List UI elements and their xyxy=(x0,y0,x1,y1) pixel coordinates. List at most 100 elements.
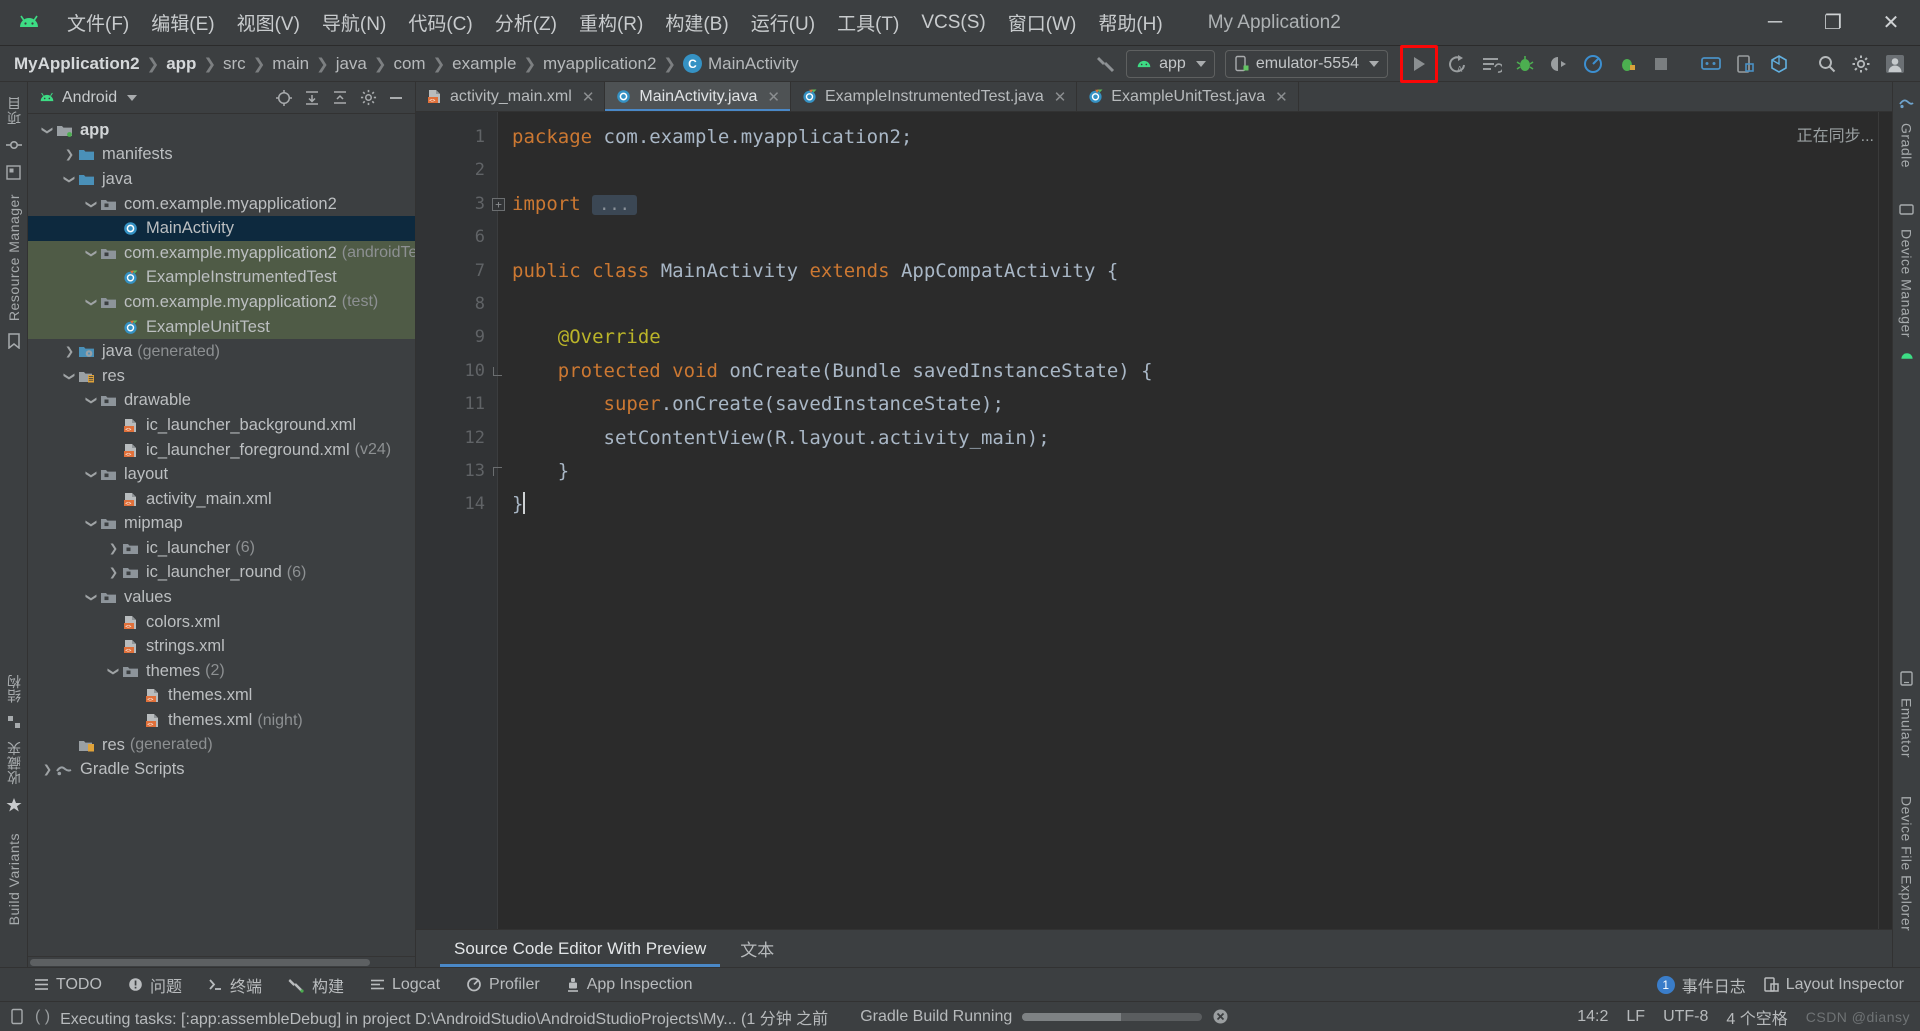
tree-row[interactable]: <> colors.xml xyxy=(28,610,415,635)
settings-gear-icon[interactable] xyxy=(1845,49,1877,79)
code-editor[interactable]: 1 2 3 +6 7 8 9 10 11 12 13 14 package com.example.m… xyxy=(416,112,1892,929)
run-button[interactable] xyxy=(1404,49,1434,79)
tree-row[interactable]: ❯ java xyxy=(28,167,415,192)
tree-row[interactable]: ❯ mipmap xyxy=(28,512,415,537)
rail-resource-manager-icon[interactable] xyxy=(6,165,21,180)
scrollbar-thumb[interactable] xyxy=(30,958,370,966)
build-hammer-icon[interactable] xyxy=(1096,54,1118,74)
tool-terminal[interactable]: 终端 xyxy=(208,973,262,997)
chevron-right-icon[interactable]: ❯ xyxy=(62,148,77,161)
tree-row[interactable]: <> activity_main.xml xyxy=(28,487,415,512)
breadcrumb-item-app[interactable]: app xyxy=(166,54,196,74)
menu-vcs[interactable]: VCS(S) xyxy=(910,9,996,37)
editor-tab[interactable]: ExampleInstrumentedTest.java ✕ xyxy=(791,82,1078,111)
tree-row[interactable]: ❯ java (generated) xyxy=(28,339,415,364)
code-content[interactable]: package com.example.myapplication2; impor… xyxy=(498,112,1892,929)
rail-gradle-icon[interactable] xyxy=(1899,96,1914,111)
close-icon[interactable]: ✕ xyxy=(767,88,780,106)
stop-icon[interactable] xyxy=(1645,49,1677,79)
close-button[interactable]: ✕ xyxy=(1862,0,1920,46)
settings-gear-icon[interactable] xyxy=(355,86,381,110)
chevron-down-icon[interactable]: ❯ xyxy=(85,590,98,605)
tree-row[interactable]: <> strings.xml xyxy=(28,634,415,659)
rail-commit-icon[interactable] xyxy=(5,137,22,153)
editor-preview-tab[interactable]: Source Code Editor With Preview xyxy=(440,930,721,967)
chevron-right-icon[interactable]: ❯ xyxy=(40,763,55,776)
tool-event-log[interactable]: 1 事件日志 xyxy=(1656,973,1746,997)
chevron-down-icon[interactable]: ❯ xyxy=(85,393,98,408)
indent-setting[interactable]: 4 个空格 xyxy=(1726,1005,1787,1029)
device-manager-icon[interactable] xyxy=(1695,49,1727,79)
cancel-build-icon[interactable] xyxy=(1212,1008,1229,1025)
tree-row[interactable]: MainActivity xyxy=(28,216,415,241)
menu-build[interactable]: 构建(B) xyxy=(654,6,739,39)
tree-row[interactable]: ❯ drawable xyxy=(28,389,415,414)
rail-favorites[interactable]: 收藏夹 xyxy=(4,735,24,791)
editor-vertical-scrollbar[interactable] xyxy=(1878,112,1892,929)
close-icon[interactable]: ✕ xyxy=(1275,88,1288,106)
breadcrumb-current-class[interactable]: C MainActivity xyxy=(683,54,799,74)
tree-row[interactable]: <> ic_launcher_background.xml xyxy=(28,413,415,438)
chevron-down-icon[interactable]: ❯ xyxy=(85,467,98,482)
avatar-icon[interactable] xyxy=(1879,49,1911,79)
chevron-right-icon[interactable]: ❯ xyxy=(106,566,121,579)
menu-navigate[interactable]: 导航(N) xyxy=(311,6,397,39)
breadcrumb-item-main[interactable]: main xyxy=(272,54,309,74)
tree-row[interactable]: <> ic_launcher_foreground.xml (v24) xyxy=(28,438,415,463)
tree-row[interactable]: ❯ ic_launcher (6) xyxy=(28,536,415,561)
rail-favorites-star-icon[interactable] xyxy=(6,797,22,813)
chevron-down-icon[interactable]: ❯ xyxy=(41,123,54,138)
rail-emulator-icon[interactable] xyxy=(1899,671,1914,686)
menu-file[interactable]: 文件(F) xyxy=(56,6,140,39)
tree-row[interactable]: ❯ values xyxy=(28,585,415,610)
search-everywhere-icon[interactable] xyxy=(1811,49,1843,79)
menu-tools[interactable]: 工具(T) xyxy=(826,6,910,39)
maximize-button[interactable]: ❐ xyxy=(1804,0,1862,46)
sdk-manager-icon[interactable] xyxy=(1763,49,1795,79)
tree-row[interactable]: res (generated) xyxy=(28,733,415,758)
tree-row[interactable]: ExampleInstrumentedTest xyxy=(28,265,415,291)
line-separator[interactable]: LF xyxy=(1626,1008,1645,1026)
apply-code-changes-icon[interactable] xyxy=(1475,49,1507,79)
tree-row[interactable]: ❯ com.example.myapplication2 (test) xyxy=(28,290,415,315)
rail-android-icon[interactable] xyxy=(1899,350,1915,362)
rail-gradle[interactable]: Gradle xyxy=(1899,117,1915,174)
apply-changes-icon[interactable]: A xyxy=(1441,49,1473,79)
tool-layout-inspector[interactable]: Layout Inspector xyxy=(1763,976,1904,994)
menu-run[interactable]: 运行(U) xyxy=(740,6,826,39)
tree-row[interactable]: ❯ res xyxy=(28,364,415,389)
chevron-down-icon[interactable]: ❯ xyxy=(85,246,98,261)
tree-row[interactable]: ExampleUnitTest xyxy=(28,314,415,340)
chevron-down-icon[interactable]: ❯ xyxy=(85,516,98,531)
run-configuration-selector[interactable]: app xyxy=(1126,49,1215,78)
breadcrumb-item-java[interactable]: java xyxy=(336,54,367,74)
tree-row[interactable]: ❯ manifests xyxy=(28,143,415,168)
menu-refactor[interactable]: 重构(R) xyxy=(568,6,654,39)
device-selector[interactable]: emulator-5554 xyxy=(1224,49,1388,78)
collapse-all-icon[interactable] xyxy=(327,86,353,110)
chevron-down-icon[interactable] xyxy=(127,94,138,101)
rail-structure-icon[interactable] xyxy=(7,715,21,729)
attach-debugger-icon[interactable] xyxy=(1543,49,1575,79)
rail-emulator[interactable]: Emulator xyxy=(1899,692,1915,764)
file-encoding[interactable]: UTF-8 xyxy=(1663,1008,1708,1026)
menu-help[interactable]: 帮助(H) xyxy=(1087,6,1173,39)
editor-tab[interactable]: <> activity_main.xml ✕ xyxy=(416,82,606,111)
tree-row[interactable]: ❯ com.example.myapplication2(androidTest) xyxy=(28,240,415,266)
project-file-tree[interactable]: ❯ app ❯ manifests ❯ java ❯ com.example.myapplic… xyxy=(28,114,415,956)
tool-problems[interactable]: 问题 xyxy=(128,973,182,997)
tree-row[interactable]: ❯ ic_launcher_round (6) xyxy=(28,561,415,586)
chevron-down-icon[interactable]: ❯ xyxy=(63,369,76,384)
chevron-down-icon[interactable]: ❯ xyxy=(107,664,120,679)
debug-icon[interactable] xyxy=(1509,49,1541,79)
breadcrumb-item-myapplication2[interactable]: myapplication2 xyxy=(543,54,656,74)
tree-row[interactable]: <> themes.xml xyxy=(28,684,415,709)
breadcrumb-item-com[interactable]: com xyxy=(393,54,425,74)
chevron-down-icon[interactable]: ❯ xyxy=(85,295,98,310)
tree-row[interactable]: ❯ Gradle Scripts xyxy=(28,757,415,782)
tool-profiler[interactable]: Profiler xyxy=(466,976,540,994)
rail-bookmark-icon[interactable] xyxy=(7,333,21,350)
minimize-button[interactable]: ─ xyxy=(1746,0,1804,46)
tree-row[interactable]: ❯ themes (2) xyxy=(28,659,415,684)
chevron-right-icon[interactable]: ❯ xyxy=(62,345,77,358)
